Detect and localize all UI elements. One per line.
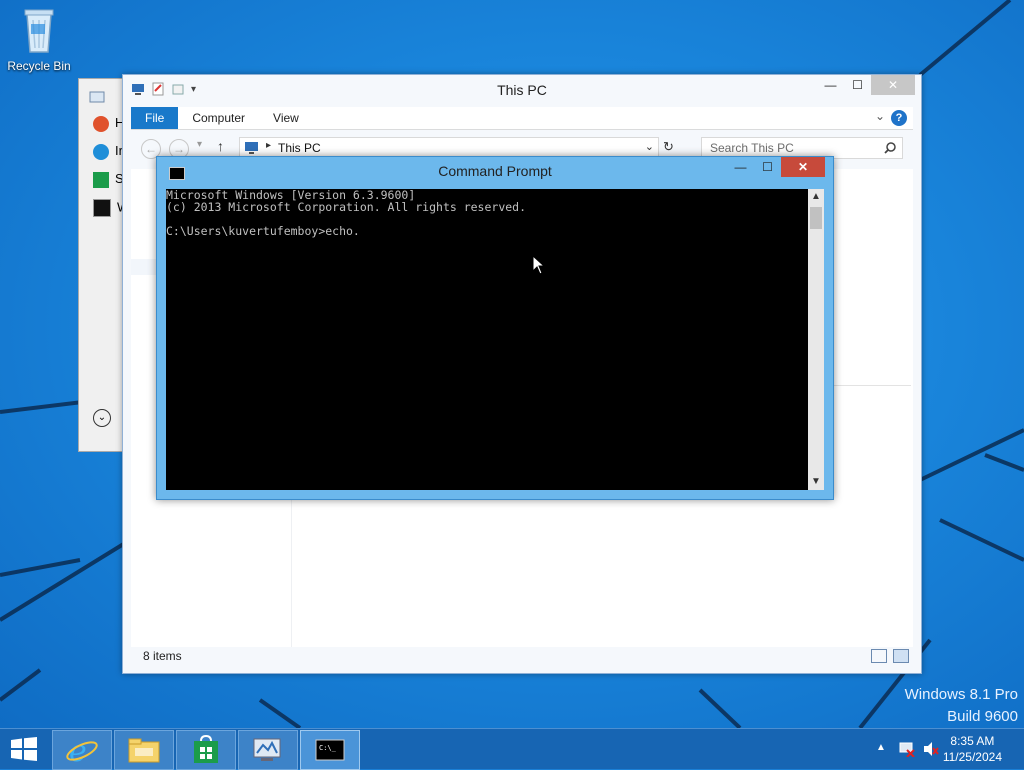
taskbar-file-explorer[interactable] (114, 730, 174, 770)
taskbar-remote-desktop[interactable] (238, 730, 298, 770)
maximize-button[interactable]: ☐ (844, 75, 871, 95)
command-prompt-icon (93, 199, 111, 217)
search-placeholder: Search This PC (710, 141, 794, 155)
console-line: (c) 2013 Microsoft Corporation. All righ… (166, 200, 527, 214)
cmd-window-controls: — ☐ ✕ (727, 157, 825, 177)
scroll-down-icon[interactable]: ▼ (808, 474, 824, 490)
minimize-button[interactable]: — (727, 157, 754, 177)
help-button[interactable]: ? (891, 110, 907, 126)
window-title: This PC (497, 82, 547, 98)
large-icons-view-icon[interactable] (893, 649, 909, 663)
console-output[interactable]: Microsoft Windows [Version 6.3.9600] (c)… (166, 189, 808, 490)
desktop: Recycle Bin H Ir S W ⌄ ▾ This PC (0, 0, 1024, 728)
mouse-pointer-icon (532, 255, 546, 275)
recent-locations-icon[interactable]: ▾ (197, 139, 202, 150)
window-controls: — ☐ ✕ (817, 75, 915, 95)
watermark-edition: Windows 8.1 Pro (904, 686, 1018, 703)
tab-computer[interactable]: Computer (178, 107, 259, 129)
taskbar-command-prompt[interactable]: C:\_ (300, 730, 360, 770)
system-clock[interactable]: 8:35 AM 11/25/2024 (943, 733, 1002, 765)
scroll-up-icon[interactable]: ▲ (808, 189, 824, 205)
close-button[interactable]: ✕ (871, 75, 915, 95)
clock-time: 8:35 AM (950, 734, 995, 748)
help-icon (93, 115, 109, 132)
remote-desktop-icon (253, 738, 281, 761)
scroll-thumb[interactable] (810, 207, 822, 229)
close-button[interactable]: ✕ (781, 157, 825, 177)
recycle-bin-shortcut[interactable]: Recycle Bin (6, 6, 72, 73)
computer-icon (245, 142, 258, 154)
tab-file[interactable]: File (131, 107, 179, 129)
search-icon[interactable] (884, 142, 896, 154)
svg-text:C:\_: C:\_ (319, 744, 337, 752)
console-line: C:\Users\kuvertufemboy>echo. (166, 224, 360, 238)
expand-ribbon-icon[interactable]: ⌄ (875, 109, 885, 123)
recycle-bin-label: Recycle Bin (7, 59, 71, 73)
taskbar-store[interactable] (176, 730, 236, 770)
refresh-icon[interactable]: ↻ (663, 139, 674, 155)
vertical-scrollbar[interactable]: ▲ ▼ (808, 189, 824, 490)
breadcrumb-chevron-icon[interactable]: ▸ (266, 140, 271, 151)
address-text: This PC (278, 141, 321, 155)
recycle-bin-icon (24, 9, 54, 53)
store-icon (93, 171, 109, 188)
status-bar-text: 8 items (143, 649, 182, 663)
show-hidden-icons-icon[interactable]: ▲ (876, 742, 886, 753)
up-button[interactable]: ↑ (217, 138, 224, 154)
taskbar-internet-explorer[interactable]: e (52, 730, 112, 770)
store-icon (194, 735, 218, 763)
watermark-build: Build 9600 (947, 708, 1018, 725)
address-dropdown-icon[interactable]: ⌄ (645, 140, 654, 153)
internet-explorer-icon: e (66, 735, 98, 765)
explorer-titlebar[interactable]: ▾ This PC — ☐ ✕ (123, 75, 921, 105)
tab-view[interactable]: View (259, 107, 313, 129)
folder-icon (128, 738, 160, 763)
minimize-button[interactable]: — (817, 75, 844, 95)
chevron-down-icon[interactable]: ⌄ (93, 409, 111, 427)
maximize-button[interactable]: ☐ (754, 157, 781, 177)
internet-explorer-icon (93, 143, 109, 160)
taskbar: e C:\_ ▲ 8:35 AM 11/25/2024 (0, 728, 1024, 770)
os-watermark: Windows 8.1 Pro Build 9600 (905, 684, 1018, 728)
network-icon[interactable] (898, 741, 916, 757)
view-toggle (871, 649, 909, 663)
details-view-icon[interactable] (871, 649, 887, 663)
start-button[interactable] (10, 737, 38, 761)
command-prompt-window[interactable]: Command Prompt — ☐ ✕ Microsoft Windows [… (156, 156, 834, 500)
command-prompt-icon: C:\_ (315, 739, 345, 761)
ribbon-tabs: File Computer View ⌄ ? (131, 107, 913, 130)
clock-date: 11/25/2024 (942, 750, 1002, 764)
volume-icon[interactable] (922, 741, 940, 757)
control-panel-icon (89, 91, 105, 103)
